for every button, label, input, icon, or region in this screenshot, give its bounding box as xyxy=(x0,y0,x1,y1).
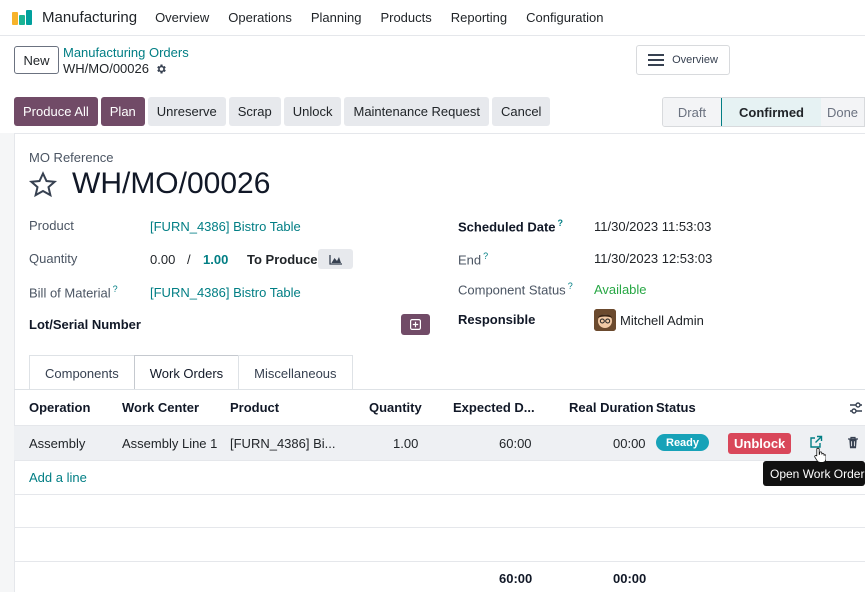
product-label: Product xyxy=(29,218,74,233)
end-label: End? xyxy=(458,251,488,267)
scheduled-date-field[interactable]: 11/30/2023 11:53:03 xyxy=(594,219,711,234)
quantity-label: Quantity xyxy=(29,251,78,266)
tab-miscellaneous[interactable]: Miscellaneous xyxy=(238,355,353,390)
overview-button-label: Overview xyxy=(672,54,718,66)
row-product[interactable]: [FURN_4386] Bi... xyxy=(230,436,336,451)
help-mark[interactable]: ? xyxy=(558,218,564,228)
tab-components[interactable]: Components xyxy=(29,355,135,390)
end-date-field[interactable]: 11/30/2023 12:53:03 xyxy=(594,251,712,266)
breadcrumb-current-label: WH/MO/00026 xyxy=(63,61,149,76)
scheduled-date-label-text: Scheduled Date xyxy=(458,219,556,235)
trash-icon[interactable] xyxy=(847,436,859,449)
row-operation[interactable]: Assembly xyxy=(29,436,85,451)
notebook-tabs: Components Work Orders Miscellaneous xyxy=(29,355,353,390)
breadcrumb-current: WH/MO/00026 xyxy=(63,61,167,76)
nav-reporting[interactable]: Reporting xyxy=(451,10,507,25)
area-chart-icon xyxy=(328,254,342,265)
responsible-field[interactable]: Mitchell Admin xyxy=(620,313,704,328)
menu-icon xyxy=(648,54,665,66)
column-status[interactable]: Status xyxy=(656,400,696,415)
row-expected-duration[interactable]: 60:00 xyxy=(499,436,532,451)
total-expected-duration: 60:00 xyxy=(499,571,533,586)
hand-cursor-icon xyxy=(814,447,826,463)
totals-divider xyxy=(14,561,865,562)
bom-field[interactable]: [FURN_4386] Bistro Table xyxy=(150,285,301,300)
help-mark[interactable]: ? xyxy=(568,281,573,291)
nav-products[interactable]: Products xyxy=(380,10,431,25)
column-quantity[interactable]: Quantity xyxy=(369,400,422,415)
lot-serial-label: Lot/Serial Number xyxy=(29,317,141,332)
scrap-button[interactable]: Scrap xyxy=(228,97,281,126)
status-done[interactable]: Done xyxy=(821,98,864,126)
bom-label: Bill of Material? xyxy=(29,284,118,300)
plus-square-icon xyxy=(410,319,421,330)
nav-overview[interactable]: Overview xyxy=(155,10,209,25)
product-field[interactable]: [FURN_4386] Bistro Table xyxy=(150,219,301,234)
status-confirmed[interactable]: Confirmed xyxy=(721,98,821,126)
row-divider xyxy=(14,527,865,528)
new-button[interactable]: New xyxy=(14,46,59,74)
nav-operations[interactable]: Operations xyxy=(228,10,292,25)
app-name[interactable]: Manufacturing xyxy=(42,9,137,26)
column-real-duration[interactable]: Real Duration xyxy=(569,400,654,415)
to-produce-label: To Produce xyxy=(247,252,318,267)
column-expected-duration[interactable]: Expected D... xyxy=(453,400,535,415)
end-label-text: End xyxy=(458,252,482,268)
quantity-total[interactable]: 1.00 xyxy=(203,252,228,267)
forecast-graph-button[interactable] xyxy=(318,249,353,269)
total-real-duration: 00:00 xyxy=(613,571,647,586)
component-status-label: Component Status? xyxy=(458,281,573,297)
responsible-label: Responsible xyxy=(458,312,536,327)
plan-button[interactable]: Plan xyxy=(100,97,145,126)
mo-reference-label: MO Reference xyxy=(29,150,114,165)
unlock-button[interactable]: Unlock xyxy=(283,97,342,126)
add-line-link[interactable]: Add a line xyxy=(29,470,87,485)
quantity-produced[interactable]: 0.00 xyxy=(150,252,175,267)
row-real-duration[interactable]: 00:00 xyxy=(613,436,646,451)
gear-icon[interactable] xyxy=(155,63,167,75)
optional-columns-icon[interactable] xyxy=(849,401,863,415)
component-status-value: Available xyxy=(594,282,647,297)
status-bar: Draft Confirmed Done xyxy=(662,97,865,127)
manufacturing-app-icon[interactable] xyxy=(12,9,34,26)
unreserve-button[interactable]: Unreserve xyxy=(147,97,226,126)
nav-planning[interactable]: Planning xyxy=(311,10,362,25)
status-badge: Ready xyxy=(656,434,710,451)
top-navbar: Manufacturing Overview Operations Planni… xyxy=(0,0,865,36)
row-divider xyxy=(14,494,865,495)
maintenance-request-button[interactable]: Maintenance Request xyxy=(344,97,489,126)
mo-title: WH/MO/00026 xyxy=(72,167,271,200)
tab-work-orders[interactable]: Work Orders xyxy=(133,355,240,390)
column-operation[interactable]: Operation xyxy=(29,400,90,415)
breadcrumb-parent[interactable]: Manufacturing Orders xyxy=(63,45,189,60)
row-work-center[interactable]: Assembly Line 1 xyxy=(122,436,217,451)
tooltip: Open Work Order xyxy=(763,461,865,486)
help-mark[interactable]: ? xyxy=(113,284,118,294)
produce-all-button[interactable]: Produce All xyxy=(14,97,98,126)
scheduled-date-label: Scheduled Date? xyxy=(458,218,563,234)
action-bar: Produce All Plan Unreserve Scrap Unlock … xyxy=(14,97,551,126)
bom-label-text: Bill of Material xyxy=(29,285,111,301)
component-status-label-text: Component Status xyxy=(458,282,566,298)
nav-configuration[interactable]: Configuration xyxy=(526,10,603,25)
add-lot-button[interactable] xyxy=(401,314,430,335)
row-quantity[interactable]: 1.00 xyxy=(393,436,418,451)
avatar xyxy=(594,309,616,331)
star-icon[interactable] xyxy=(28,170,58,200)
tabs-divider xyxy=(14,389,865,390)
cancel-button[interactable]: Cancel xyxy=(491,97,551,126)
column-product[interactable]: Product xyxy=(230,400,279,415)
overview-button[interactable]: Overview xyxy=(636,45,730,75)
status-draft[interactable]: Draft xyxy=(663,98,721,126)
unblock-button[interactable]: Unblock xyxy=(728,433,792,454)
help-mark[interactable]: ? xyxy=(483,251,488,261)
quantity-separator: / xyxy=(187,252,191,267)
column-work-center[interactable]: Work Center xyxy=(122,400,199,415)
